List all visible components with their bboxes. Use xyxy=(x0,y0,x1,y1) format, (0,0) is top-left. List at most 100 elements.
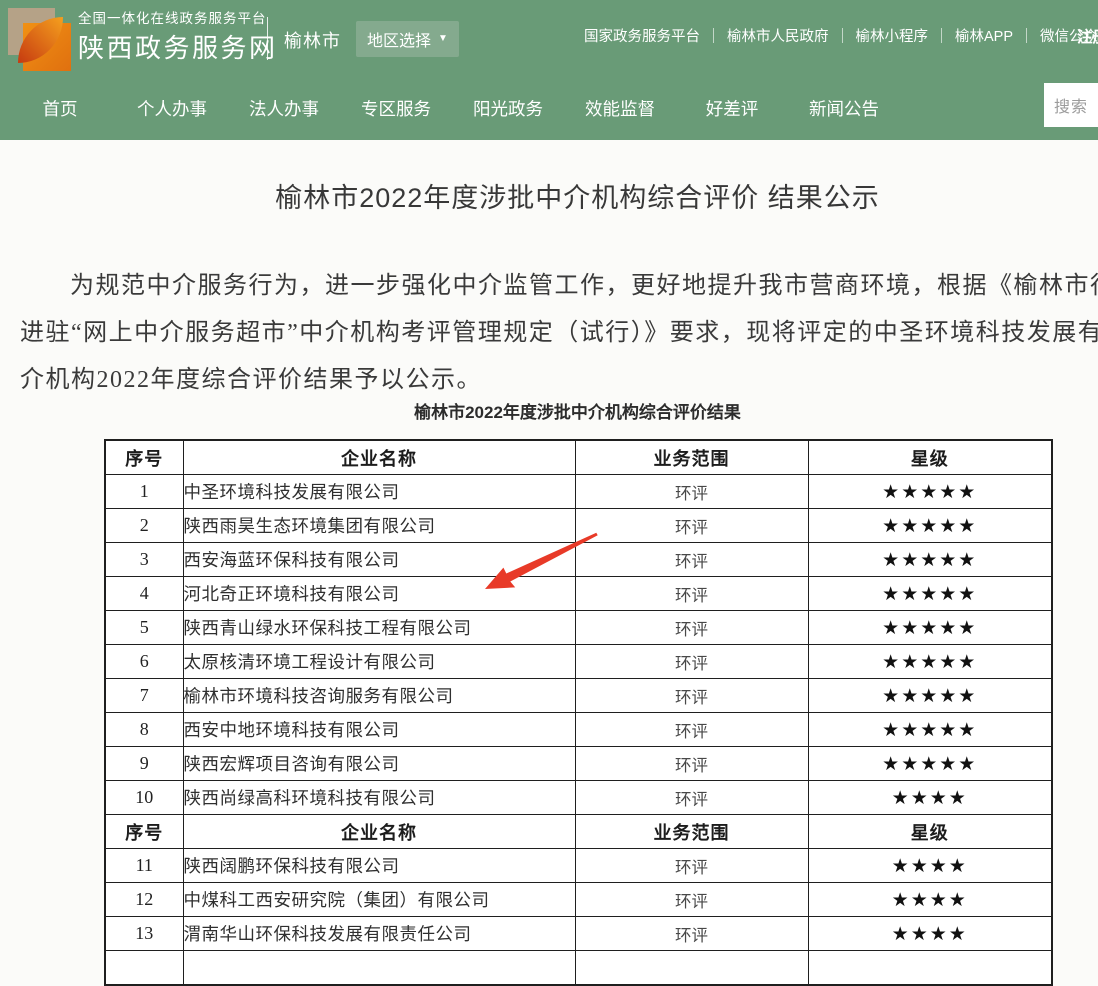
cell-name: 中圣环境科技发展有限公司 xyxy=(183,475,575,509)
search-placeholder: 搜索 xyxy=(1054,93,1088,117)
nav-list: 首页个人办事法人办事专区服务阳光政务效能监督好差评新闻公告 xyxy=(0,78,1098,140)
platform-tagline: 全国一体化在线政务服务平台 xyxy=(78,9,278,28)
table-header-row: 序号企业名称业务范围星级 xyxy=(105,440,1052,475)
nav-item[interactable]: 法人办事 xyxy=(228,78,340,140)
header-divider xyxy=(267,17,268,60)
cell-stars: ★★★★★ xyxy=(808,543,1052,577)
table-row: 2陕西雨昊生态环境集团有限公司环评★★★★★ xyxy=(105,509,1052,543)
cell-no: 6 xyxy=(105,645,183,679)
region-selector-label: 地区选择 xyxy=(367,27,431,51)
site-logo[interactable] xyxy=(8,8,71,71)
table-row-partial xyxy=(105,951,1052,986)
cell-scope: 环评 xyxy=(575,543,808,577)
top-link[interactable]: 榆林小程序 xyxy=(850,25,935,46)
cell-stars: ★★★★★ xyxy=(808,645,1052,679)
cell-scope: 环评 xyxy=(575,475,808,509)
table-header-cell: 星级 xyxy=(808,440,1052,475)
cell-scope: 环评 xyxy=(575,509,808,543)
table-header-cell: 业务范围 xyxy=(575,815,808,849)
cell-scope: 环评 xyxy=(575,781,808,815)
cell-stars: ★★★★ xyxy=(808,917,1052,951)
cell-no: 12 xyxy=(105,883,183,917)
cell-stars: ★★★★★ xyxy=(808,577,1052,611)
current-city-label: 榆林市 xyxy=(284,27,341,53)
cell-scope: 环评 xyxy=(575,849,808,883)
table-header-cell: 序号 xyxy=(105,440,183,475)
cell-name: 太原核清环境工程设计有限公司 xyxy=(183,645,575,679)
table-header-cell: 星级 xyxy=(808,815,1052,849)
table-row: 8西安中地环境科技有限公司环评★★★★★ xyxy=(105,713,1052,747)
cell-name: 陕西阔鹏环保科技有限公司 xyxy=(183,849,575,883)
cell-empty xyxy=(105,951,183,986)
table-header-cell: 企业名称 xyxy=(183,440,575,475)
nav-item[interactable]: 效能监督 xyxy=(564,78,676,140)
cell-scope: 环评 xyxy=(575,747,808,781)
cell-name: 陕西尚绿高科环境科技有限公司 xyxy=(183,781,575,815)
cell-stars: ★★★★★ xyxy=(808,713,1052,747)
table-header-cell: 业务范围 xyxy=(575,440,808,475)
top-link[interactable]: 国家政务服务平台 xyxy=(578,25,706,46)
cell-scope: 环评 xyxy=(575,883,808,917)
cell-name: 榆林市环境科技咨询服务有限公司 xyxy=(183,679,575,713)
top-link[interactable]: 榆林市人民政府 xyxy=(721,25,835,46)
cell-no: 11 xyxy=(105,849,183,883)
paragraph-line: 进驻“网上中介服务超市”中介机构考评管理规定（试行）》要求，现将评定的中圣环境科… xyxy=(20,310,1098,357)
cell-scope: 环评 xyxy=(575,679,808,713)
cell-stars: ★★★★ xyxy=(808,849,1052,883)
table-row: 5陕西青山绿水环保科技工程有限公司环评★★★★★ xyxy=(105,611,1052,645)
cell-no: 4 xyxy=(105,577,183,611)
cell-scope: 环评 xyxy=(575,577,808,611)
paragraph-line: 为规范中介服务行为，进一步强化中介监管工作，更好地提升我市营商环境，根据《榆林市… xyxy=(20,263,1098,310)
cell-scope: 环评 xyxy=(575,917,808,951)
cell-scope: 环评 xyxy=(575,611,808,645)
cell-empty xyxy=(808,951,1052,986)
nav-item[interactable]: 阳光政务 xyxy=(452,78,564,140)
link-separator xyxy=(842,28,843,43)
cell-no: 10 xyxy=(105,781,183,815)
table-row: 3西安海蓝环保科技有限公司环评★★★★★ xyxy=(105,543,1052,577)
link-separator xyxy=(713,28,714,43)
region-selector-button[interactable]: 地区选择 ▼ xyxy=(356,21,459,57)
cell-no: 8 xyxy=(105,713,183,747)
table-row: 10陕西尚绿高科环境科技有限公司环评★★★★ xyxy=(105,781,1052,815)
cell-no: 2 xyxy=(105,509,183,543)
announcement-paragraph: 为规范中介服务行为，进一步强化中介监管工作，更好地提升我市营商环境，根据《榆林市… xyxy=(20,263,1098,404)
cell-name: 西安海蓝环保科技有限公司 xyxy=(183,543,575,577)
top-link[interactable]: 榆林APP xyxy=(949,25,1019,46)
table-header-cell: 序号 xyxy=(105,815,183,849)
announcement-content: 榆林市2022年度涉批中介机构综合评价 结果公示 为规范中介服务行为，进一步强化… xyxy=(0,140,1098,986)
top-links: 国家政务服务平台榆林市人民政府榆林小程序榆林APP微信公众号 xyxy=(578,25,1098,46)
search-input[interactable]: 搜索 xyxy=(1044,83,1098,127)
nav-item[interactable]: 首页 xyxy=(4,78,116,140)
cell-stars: ★★★★★ xyxy=(808,611,1052,645)
link-separator xyxy=(1026,28,1027,43)
register-link[interactable]: 注册 xyxy=(1077,25,1098,47)
cell-stars: ★★★★ xyxy=(808,781,1052,815)
cell-no: 3 xyxy=(105,543,183,577)
table-header-cell: 企业名称 xyxy=(183,815,575,849)
cell-name: 西安中地环境科技有限公司 xyxy=(183,713,575,747)
table-row: 4河北奇正环境科技有限公司环评★★★★★ xyxy=(105,577,1052,611)
table-row: 13渭南华山环保科技发展有限责任公司环评★★★★ xyxy=(105,917,1052,951)
nav-item[interactable]: 新闻公告 xyxy=(788,78,900,140)
table-row: 7榆林市环境科技咨询服务有限公司环评★★★★★ xyxy=(105,679,1052,713)
site-name: 陕西政务服务网 xyxy=(78,31,278,65)
cell-no: 13 xyxy=(105,917,183,951)
nav-item[interactable]: 好差评 xyxy=(676,78,788,140)
table-row: 6太原核清环境工程设计有限公司环评★★★★★ xyxy=(105,645,1052,679)
nav-item[interactable]: 专区服务 xyxy=(340,78,452,140)
cell-empty xyxy=(575,951,808,986)
cell-empty xyxy=(183,951,575,986)
cell-no: 5 xyxy=(105,611,183,645)
chevron-down-icon: ▼ xyxy=(438,34,448,44)
cell-stars: ★★★★ xyxy=(808,883,1052,917)
cell-stars: ★★★★★ xyxy=(808,475,1052,509)
cell-stars: ★★★★★ xyxy=(808,679,1052,713)
cell-no: 7 xyxy=(105,679,183,713)
nav-item[interactable]: 个人办事 xyxy=(116,78,228,140)
evaluation-results-table: 序号企业名称业务范围星级1中圣环境科技发展有限公司环评★★★★★2陕西雨昊生态环… xyxy=(104,439,1053,986)
cell-name: 陕西宏辉项目咨询有限公司 xyxy=(183,747,575,781)
table-row: 9陕西宏辉项目咨询有限公司环评★★★★★ xyxy=(105,747,1052,781)
table-row: 12中煤科工西安研究院（集团）有限公司环评★★★★ xyxy=(105,883,1052,917)
cell-no: 9 xyxy=(105,747,183,781)
